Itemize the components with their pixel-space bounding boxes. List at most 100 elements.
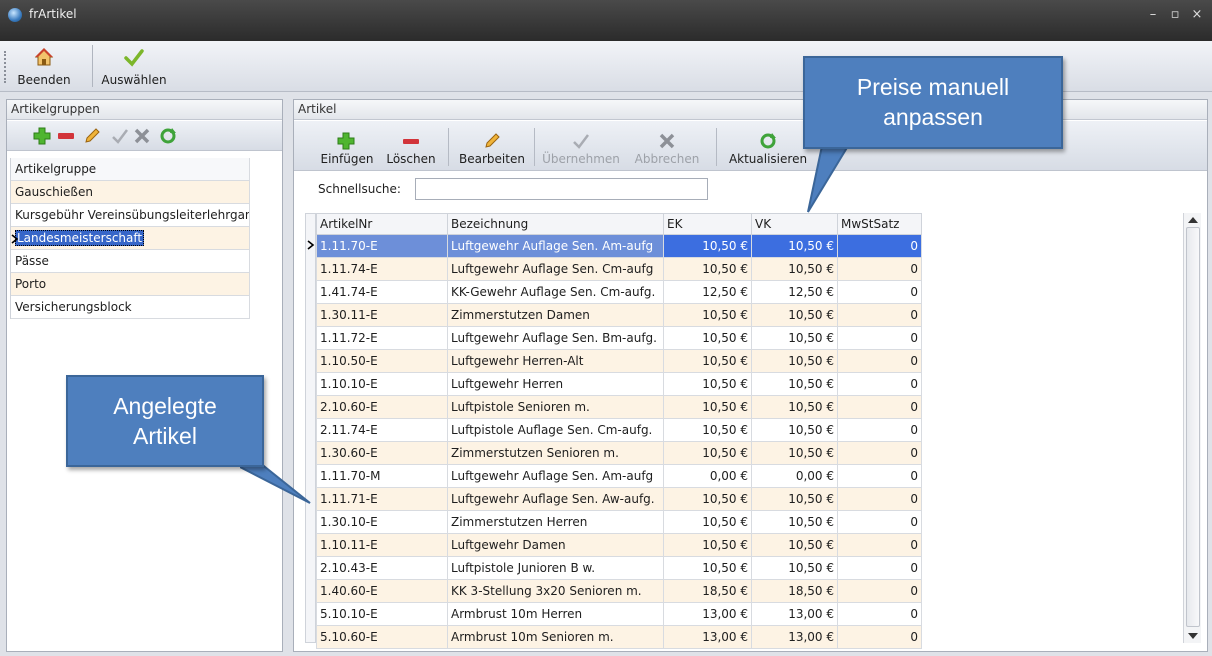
- cell-description[interactable]: Luftgewehr Herren: [447, 372, 664, 396]
- article-row[interactable]: 1.41.74-E KK-Gewehr Auflage Sen. Cm-aufg.…: [316, 280, 922, 304]
- cell-article-no[interactable]: 1.40.60-E: [316, 579, 448, 603]
- group-row[interactable]: Porto: [11, 273, 250, 296]
- cell-article-no[interactable]: 1.11.74-E: [316, 257, 448, 281]
- cell-purchase-price[interactable]: 10,50 €: [663, 234, 752, 258]
- cell-purchase-price[interactable]: 13,00 €: [663, 602, 752, 626]
- cell-sales-price[interactable]: 10,50 €: [751, 441, 838, 465]
- cell-sales-price[interactable]: 13,00 €: [751, 625, 838, 649]
- column-header-article-no[interactable]: ArtikelNr: [316, 213, 448, 235]
- article-row[interactable]: 1.11.72-E Luftgewehr Auflage Sen. Bm-aufg…: [316, 326, 922, 350]
- cell-purchase-price[interactable]: 10,50 €: [663, 303, 752, 327]
- cell-sales-price[interactable]: 10,50 €: [751, 234, 838, 258]
- cell-description[interactable]: Luftgewehr Damen: [447, 533, 664, 557]
- cell-purchase-price[interactable]: 10,50 €: [663, 533, 752, 557]
- article-row[interactable]: 2.11.74-E Luftpistole Auflage Sen. Cm-auf…: [316, 418, 922, 442]
- column-header-description[interactable]: Bezeichnung: [447, 213, 664, 235]
- cell-purchase-price[interactable]: 10,50 €: [663, 441, 752, 465]
- cell-sales-price[interactable]: 10,50 €: [751, 349, 838, 373]
- cell-purchase-price[interactable]: 10,50 €: [663, 556, 752, 580]
- cell-vat-rate[interactable]: 0: [837, 303, 922, 327]
- group-row[interactable]: Gauschießen: [11, 181, 250, 204]
- cell-sales-price[interactable]: 10,50 €: [751, 556, 838, 580]
- group-row-selected[interactable]: Landesmeisterschaft: [11, 227, 250, 250]
- quit-button[interactable]: Beenden: [14, 45, 74, 89]
- cell-vat-rate[interactable]: 0: [837, 372, 922, 396]
- cell-vat-rate[interactable]: 0: [837, 602, 922, 626]
- cell-description[interactable]: Luftgewehr Auflage Sen. Am-aufg: [447, 464, 664, 488]
- article-row[interactable]: 1.40.60-E KK 3-Stellung 3x20 Senioren m. 1…: [316, 579, 922, 603]
- cell-purchase-price[interactable]: 10,50 €: [663, 418, 752, 442]
- cell-purchase-price[interactable]: 12,50 €: [663, 280, 752, 304]
- cell-description[interactable]: Zimmerstutzen Herren: [447, 510, 664, 534]
- cell-description[interactable]: Luftgewehr Auflage Sen. Cm-aufg: [447, 257, 664, 281]
- group-row[interactable]: Versicherungsblock: [11, 296, 250, 319]
- scroll-down-icon[interactable]: [1188, 633, 1198, 639]
- cell-sales-price[interactable]: 10,50 €: [751, 487, 838, 511]
- delete-button[interactable]: Löschen: [380, 128, 442, 170]
- cell-sales-price[interactable]: 10,50 €: [751, 510, 838, 534]
- cell-description[interactable]: Luftgewehr Auflage Sen. Aw-aufg.: [447, 487, 664, 511]
- cell-vat-rate[interactable]: 0: [837, 326, 922, 350]
- column-header-sales-price[interactable]: VK: [751, 213, 838, 235]
- scroll-up-icon[interactable]: [1188, 217, 1198, 223]
- cell-article-no[interactable]: 5.10.60-E: [316, 625, 448, 649]
- maximize-button[interactable]: ▫: [1166, 6, 1184, 24]
- article-row[interactable]: 1.10.11-E Luftgewehr Damen 10,50 €10,50 €0: [316, 533, 922, 557]
- cell-description[interactable]: Luftgewehr Herren-Alt: [447, 349, 664, 373]
- cell-vat-rate[interactable]: 0: [837, 556, 922, 580]
- cell-article-no[interactable]: 2.10.60-E: [316, 395, 448, 419]
- apply-button[interactable]: Übernehmen: [538, 128, 624, 170]
- toolbar-grip[interactable]: [4, 51, 6, 83]
- insert-button[interactable]: Einfügen: [316, 128, 378, 170]
- panel-splitter[interactable]: [285, 99, 291, 652]
- article-row[interactable]: 1.30.60-E Zimmerstutzen Senioren m. 10,50 …: [316, 441, 922, 465]
- minimize-button[interactable]: –: [1144, 6, 1162, 24]
- cell-article-no[interactable]: 5.10.10-E: [316, 602, 448, 626]
- group-row[interactable]: Pässe: [11, 250, 250, 273]
- cell-vat-rate[interactable]: 0: [837, 280, 922, 304]
- edit-pencil-icon[interactable]: [83, 127, 101, 145]
- cell-article-no[interactable]: 1.11.71-E: [316, 487, 448, 511]
- cell-description[interactable]: KK 3-Stellung 3x20 Senioren m.: [447, 579, 664, 603]
- cell-purchase-price[interactable]: 18,50 €: [663, 579, 752, 603]
- cell-article-no[interactable]: 1.10.50-E: [316, 349, 448, 373]
- cell-vat-rate[interactable]: 0: [837, 395, 922, 419]
- cell-article-no[interactable]: 1.10.11-E: [316, 533, 448, 557]
- cell-article-no[interactable]: 1.11.70-M: [316, 464, 448, 488]
- cell-vat-rate[interactable]: 0: [837, 441, 922, 465]
- article-row[interactable]: 5.10.60-E Armbrust 10m Senioren m. 13,00 €…: [316, 625, 922, 649]
- cell-vat-rate[interactable]: 0: [837, 533, 922, 557]
- cell-sales-price[interactable]: 10,50 €: [751, 257, 838, 281]
- cell-sales-price[interactable]: 18,50 €: [751, 579, 838, 603]
- cell-article-no[interactable]: 1.30.10-E: [316, 510, 448, 534]
- cell-vat-rate[interactable]: 0: [837, 625, 922, 649]
- cell-description[interactable]: Luftpistole Junioren B w.: [447, 556, 664, 580]
- group-row[interactable]: Kursgebühr Vereinsübungsleiterlehrgang: [11, 204, 250, 227]
- cell-purchase-price[interactable]: 10,50 €: [663, 326, 752, 350]
- cell-description[interactable]: Luftgewehr Auflage Sen. Bm-aufg.: [447, 326, 664, 350]
- cell-purchase-price[interactable]: 10,50 €: [663, 487, 752, 511]
- cell-sales-price[interactable]: 0,00 €: [751, 464, 838, 488]
- cell-sales-price[interactable]: 13,00 €: [751, 602, 838, 626]
- article-row[interactable]: 1.30.10-E Zimmerstutzen Herren 10,50 €10,5…: [316, 510, 922, 534]
- cell-vat-rate[interactable]: 0: [837, 510, 922, 534]
- article-row[interactable]: 5.10.10-E Armbrust 10m Herren 13,00 €13,00…: [316, 602, 922, 626]
- vertical-scrollbar[interactable]: [1183, 213, 1201, 643]
- cancel-button[interactable]: Abbrechen: [626, 128, 708, 170]
- cell-sales-price[interactable]: 10,50 €: [751, 326, 838, 350]
- select-button[interactable]: Auswählen: [96, 45, 172, 89]
- cell-purchase-price[interactable]: 10,50 €: [663, 257, 752, 281]
- column-header-purchase-price[interactable]: EK: [663, 213, 752, 235]
- cell-article-no[interactable]: 1.11.70-E: [316, 234, 448, 258]
- cell-sales-price[interactable]: 10,50 €: [751, 418, 838, 442]
- article-row[interactable]: 2.10.43-E Luftpistole Junioren B w. 10,50 …: [316, 556, 922, 580]
- cell-vat-rate[interactable]: 0: [837, 464, 922, 488]
- scrollbar-thumb[interactable]: [1186, 227, 1200, 627]
- cell-article-no[interactable]: 1.30.11-E: [316, 303, 448, 327]
- cell-purchase-price[interactable]: 10,50 €: [663, 349, 752, 373]
- cell-purchase-price[interactable]: 10,50 €: [663, 372, 752, 396]
- cell-description[interactable]: Armbrust 10m Senioren m.: [447, 625, 664, 649]
- refresh-icon[interactable]: [159, 127, 177, 145]
- cell-purchase-price[interactable]: 0,00 €: [663, 464, 752, 488]
- cell-article-no[interactable]: 1.41.74-E: [316, 280, 448, 304]
